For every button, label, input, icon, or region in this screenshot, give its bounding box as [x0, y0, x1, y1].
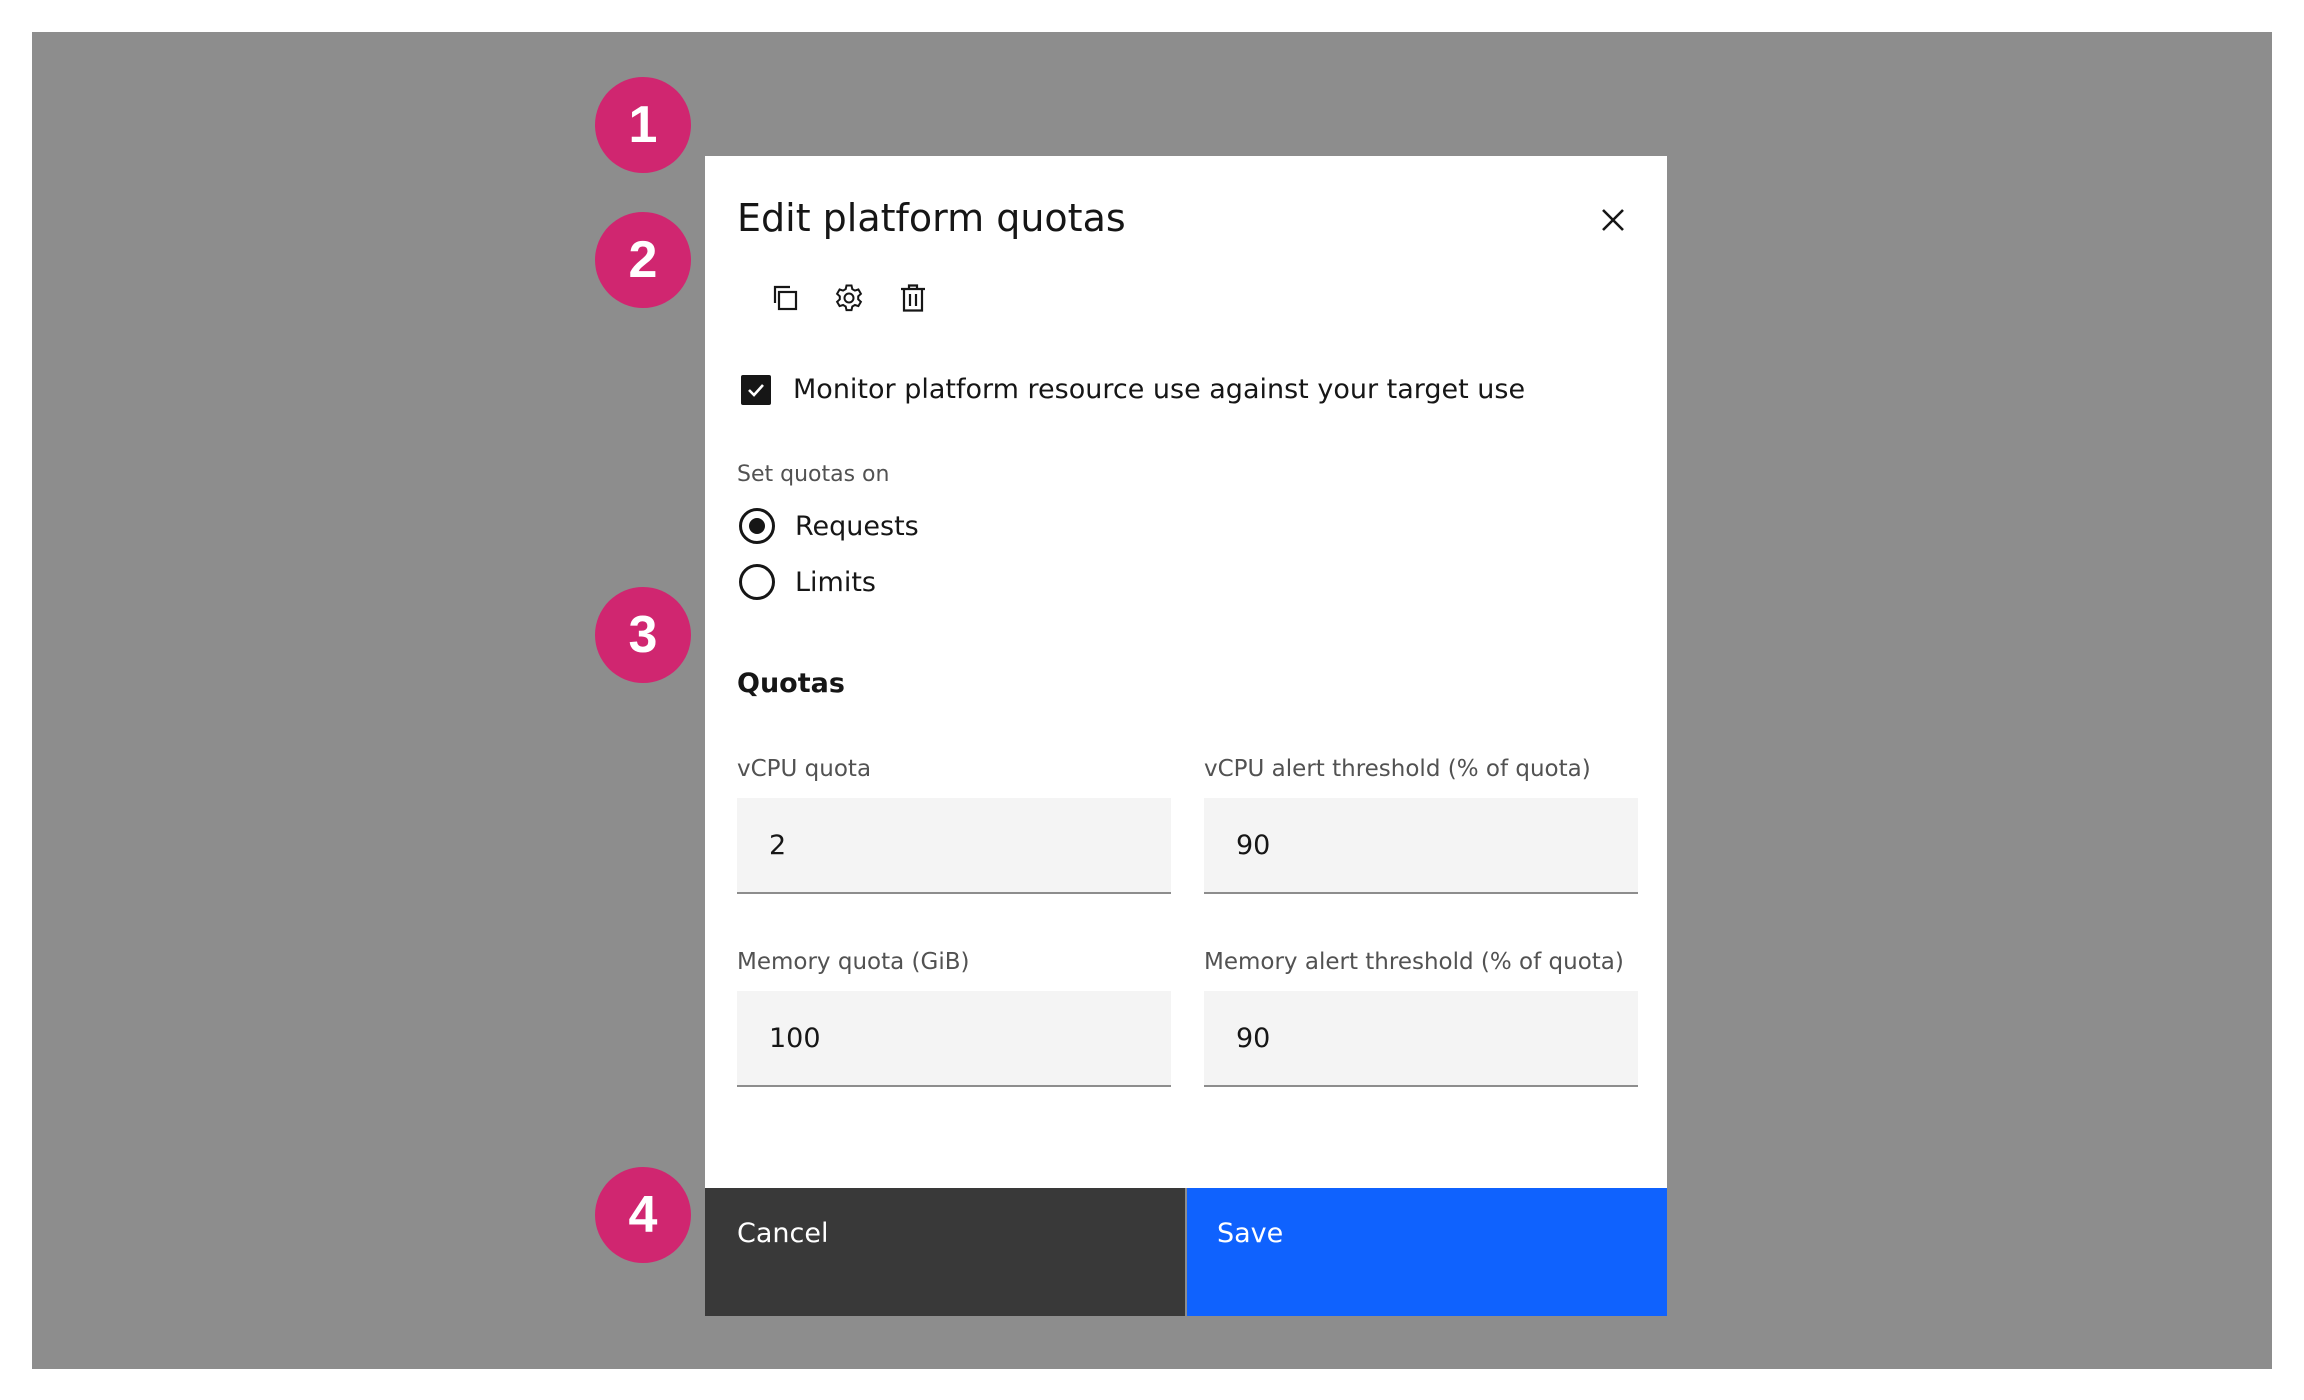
- quotas-section-heading: Quotas: [737, 668, 845, 699]
- vcpu-quota-input[interactable]: 2: [737, 798, 1171, 894]
- vcpu-quota-field: vCPU quota 2: [737, 754, 1171, 894]
- annotation-marker-3: 3: [595, 587, 691, 683]
- modal-toolbar: [753, 266, 945, 330]
- memory-threshold-field: Memory alert threshold (% of quota) 90: [1204, 947, 1638, 1087]
- radio-limits-label: Limits: [795, 566, 876, 598]
- monitor-checkbox-label: Monitor platform resource use against yo…: [793, 374, 1526, 405]
- close-icon: [1602, 209, 1624, 231]
- vcpu-threshold-label: vCPU alert threshold (% of quota): [1204, 756, 1591, 782]
- trash-icon: [901, 284, 925, 312]
- monitor-checkbox-row[interactable]: Monitor platform resource use against yo…: [741, 374, 1525, 405]
- memory-quota-label: Memory quota (GiB): [737, 949, 970, 975]
- vcpu-threshold-field: vCPU alert threshold (% of quota) 90: [1204, 754, 1638, 894]
- save-button[interactable]: Save: [1187, 1188, 1667, 1316]
- radio-limits-button[interactable]: [739, 564, 775, 600]
- memory-quota-field: Memory quota (GiB) 100: [737, 947, 1171, 1087]
- memory-threshold-label: Memory alert threshold (% of quota): [1204, 949, 1624, 975]
- checkmark-icon: [748, 383, 764, 397]
- annotation-marker-2: 2: [595, 212, 691, 308]
- cancel-button[interactable]: Cancel: [705, 1188, 1187, 1316]
- modal-overlay: Edit platform quotas Monitor platform re…: [32, 32, 2272, 1369]
- settings-button[interactable]: [817, 266, 881, 330]
- settings-icon: [835, 284, 863, 312]
- radio-requests-button[interactable]: [739, 508, 775, 544]
- modal-title: Edit platform quotas: [737, 196, 1126, 240]
- modal-footer: Cancel Save: [705, 1188, 1667, 1316]
- radio-requests[interactable]: Requests: [739, 508, 919, 544]
- vcpu-threshold-input[interactable]: 90: [1204, 798, 1638, 894]
- copy-button[interactable]: [753, 266, 817, 330]
- radio-selected-dot: [749, 518, 765, 534]
- annotation-marker-4: 4: [595, 1167, 691, 1263]
- copy-icon: [773, 285, 798, 311]
- annotation-marker-1: 1: [595, 77, 691, 173]
- radio-requests-label: Requests: [795, 510, 919, 542]
- delete-button[interactable]: [881, 266, 945, 330]
- edit-quotas-modal: Edit platform quotas Monitor platform re…: [705, 156, 1667, 1316]
- close-button[interactable]: [1585, 192, 1641, 248]
- memory-quota-input[interactable]: 100: [737, 991, 1171, 1087]
- monitor-checkbox[interactable]: [741, 374, 771, 405]
- memory-threshold-input[interactable]: 90: [1204, 991, 1638, 1087]
- radio-limits[interactable]: Limits: [739, 564, 876, 600]
- vcpu-quota-label: vCPU quota: [737, 756, 872, 782]
- quota-type-label: Set quotas on: [737, 462, 890, 487]
